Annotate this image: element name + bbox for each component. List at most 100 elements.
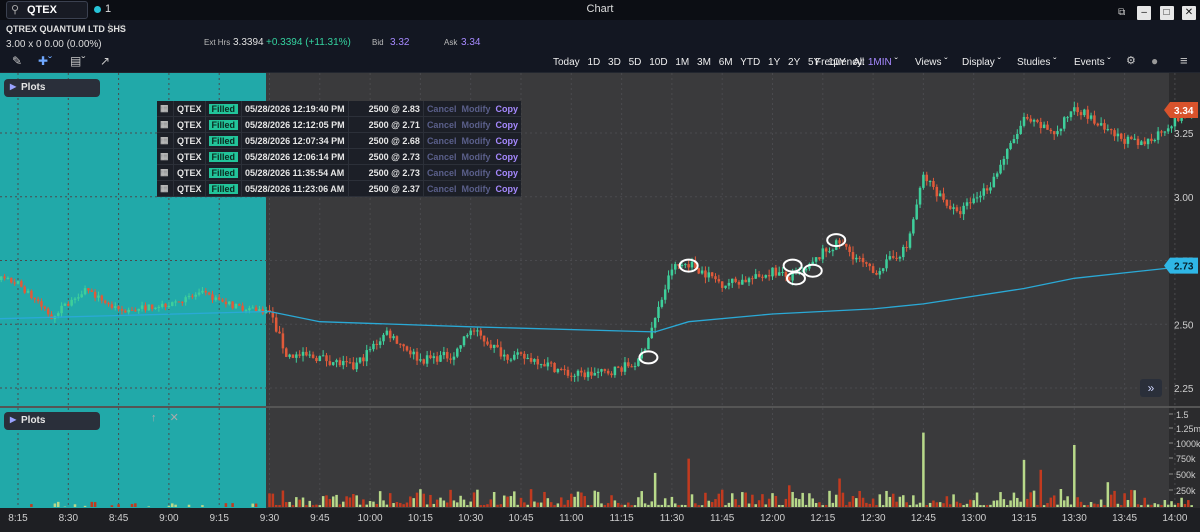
candle-body: [60, 305, 63, 314]
order-grid-icon[interactable]: ▦: [157, 148, 174, 165]
candle-body: [935, 186, 939, 197]
volume-bar: [352, 494, 355, 507]
volume-bar: [1140, 505, 1143, 507]
modify-order-button[interactable]: Modify: [461, 104, 490, 114]
candle-body: [124, 310, 127, 313]
volume-bar: [1029, 492, 1032, 507]
modify-order-button[interactable]: Modify: [461, 120, 490, 130]
price-volume-chart[interactable]: 3.253.002.752.502.251.51.25m1000k750k500…: [0, 0, 1200, 532]
volume-bar: [573, 496, 576, 507]
expand-triangle-icon: ▶: [10, 82, 17, 91]
order-row[interactable]: ▦ QTEX Filled 05/28/2026 12:07:34 PM 2500 @ …: [157, 132, 521, 149]
order-grid-icon[interactable]: ▦: [157, 180, 174, 197]
candle-body: [318, 356, 322, 362]
candle-body: [80, 294, 83, 298]
cancel-order-button[interactable]: Cancel: [427, 168, 457, 178]
order-row[interactable]: ▦ QTEX Filled 05/28/2026 12:06:14 PM 2500 @ …: [157, 148, 521, 165]
order-grid-icon[interactable]: ▦: [157, 164, 174, 181]
volume-bar: [90, 501, 94, 507]
volume-bar: [422, 493, 426, 507]
order-grid-icon[interactable]: ▦: [157, 116, 174, 133]
candle-body: [211, 294, 214, 300]
cancel-order-button[interactable]: Cancel: [427, 120, 457, 130]
copy-order-button[interactable]: Copy: [495, 136, 518, 146]
candle-body: [828, 251, 831, 253]
volume-bar: [861, 497, 865, 507]
volume-bar: [885, 490, 888, 507]
candle-body: [466, 335, 469, 337]
copy-order-button[interactable]: Copy: [495, 168, 518, 178]
candle-body: [580, 370, 583, 373]
candle-body: [630, 366, 633, 368]
volume-bar: [187, 504, 191, 507]
candle-body: [1160, 131, 1163, 133]
copy-order-button[interactable]: Copy: [495, 104, 518, 114]
cancel-order-button[interactable]: Cancel: [427, 152, 457, 162]
copy-order-button[interactable]: Copy: [495, 152, 518, 162]
candle-body: [368, 349, 372, 351]
price-plots-toggle[interactable]: ▶ Plots: [4, 79, 100, 97]
cancel-order-button[interactable]: Cancel: [427, 136, 457, 146]
price-plots-label: Plots: [21, 82, 46, 93]
volume-bar: [539, 502, 543, 507]
volume-bar: [486, 504, 489, 507]
scroll-to-latest-button[interactable]: »: [1140, 379, 1162, 397]
order-status-badge: Filled: [208, 119, 239, 130]
candle-body: [402, 344, 405, 347]
candle-body: [130, 309, 134, 311]
candle-body: [979, 195, 982, 198]
candle-body: [529, 357, 533, 362]
candle-body: [409, 350, 412, 355]
modify-order-button[interactable]: Modify: [461, 152, 490, 162]
volume-bar: [435, 499, 439, 507]
modify-order-button[interactable]: Modify: [461, 184, 490, 194]
cancel-order-button[interactable]: Cancel: [427, 104, 457, 114]
modify-order-button[interactable]: Modify: [461, 168, 490, 178]
volume-bar: [858, 490, 861, 507]
volume-bar: [777, 504, 781, 507]
candle-body: [948, 205, 952, 209]
order-grid-icon[interactable]: ▦: [157, 101, 174, 117]
candle-body: [717, 279, 721, 282]
candle-body: [499, 347, 503, 357]
order-row[interactable]: ▦ QTEX Filled 05/28/2026 11:35:54 AM 2500 @ …: [157, 164, 521, 181]
volume-bar: [355, 495, 358, 507]
candle-body: [221, 299, 224, 302]
time-tick-label: 11:00: [559, 513, 584, 524]
move-up-icon[interactable]: ↑: [151, 412, 157, 424]
candle-body: [858, 257, 861, 259]
candle-body: [1109, 129, 1113, 131]
copy-order-button[interactable]: Copy: [495, 120, 518, 130]
volume-bar: [1126, 500, 1130, 507]
candle-body: [620, 367, 623, 372]
volume-bar: [731, 493, 734, 507]
order-row[interactable]: ▦ QTEX Filled 05/28/2026 12:12:05 PM 2500 @ …: [157, 116, 521, 133]
volume-bar: [1069, 504, 1073, 507]
copy-order-button[interactable]: Copy: [495, 184, 518, 194]
candle-body: [23, 286, 26, 293]
order-symbol: QTEX: [173, 101, 206, 117]
volume-bar: [831, 502, 835, 507]
volume-bar: [580, 492, 583, 507]
candle-body: [573, 375, 576, 377]
order-row[interactable]: ▦ QTEX Filled 05/28/2026 12:19:40 PM 2500 @ …: [157, 101, 521, 117]
volume-bar: [1039, 469, 1043, 507]
modify-order-button[interactable]: Modify: [461, 136, 490, 146]
volume-plots-toggle[interactable]: ▶ Plots: [4, 412, 100, 430]
candle-body: [502, 354, 506, 357]
candle-body: [774, 267, 778, 276]
candle-body: [134, 310, 137, 312]
order-grid-icon[interactable]: ▦: [157, 132, 174, 149]
order-symbol: QTEX: [173, 132, 206, 149]
volume-bar: [466, 505, 469, 507]
candle-body: [439, 355, 442, 362]
order-time: 05/28/2026 11:35:54 AM: [241, 164, 349, 181]
order-row[interactable]: ▦ QTEX Filled 05/28/2026 11:23:06 AM 2500 @ …: [157, 180, 521, 197]
volume-bar: [965, 503, 969, 507]
close-pane-icon[interactable]: ✕: [170, 412, 179, 424]
order-time: 05/28/2026 12:06:14 PM: [241, 148, 349, 165]
volume-bar: [804, 504, 808, 507]
candle-body: [184, 297, 187, 303]
volume-bar: [881, 505, 885, 507]
cancel-order-button[interactable]: Cancel: [427, 184, 457, 194]
